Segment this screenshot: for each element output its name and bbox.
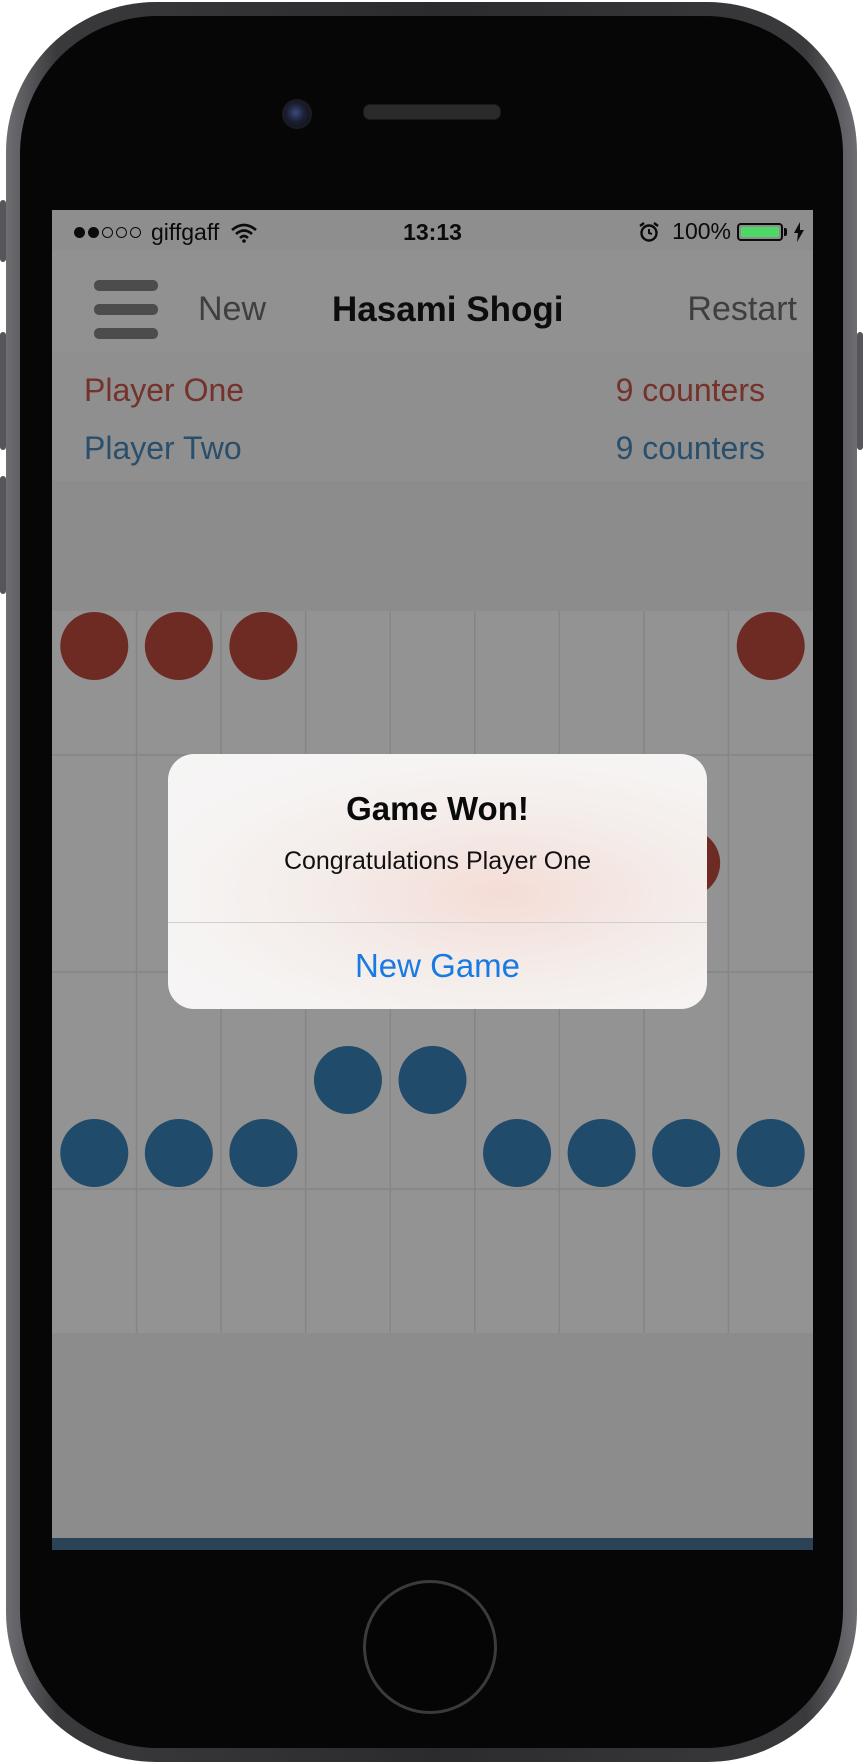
alert-title: Game Won!: [346, 790, 529, 827]
new-game-button[interactable]: New Game: [168, 923, 707, 1009]
alert-message: Congratulations Player One: [283, 847, 592, 875]
app-screen: giffgaff 13:13 100% New Hasami Shogi Res…: [52, 210, 813, 1550]
earpiece-speaker: [363, 104, 501, 120]
volume-down-button: [0, 476, 6, 594]
mute-switch: [0, 200, 6, 262]
power-button: [857, 332, 863, 450]
front-camera: [282, 99, 312, 129]
volume-up-button: [0, 332, 6, 450]
game-won-alert: Game Won! Congratulations Player One New…: [168, 754, 707, 1009]
home-button[interactable]: [363, 1580, 497, 1714]
